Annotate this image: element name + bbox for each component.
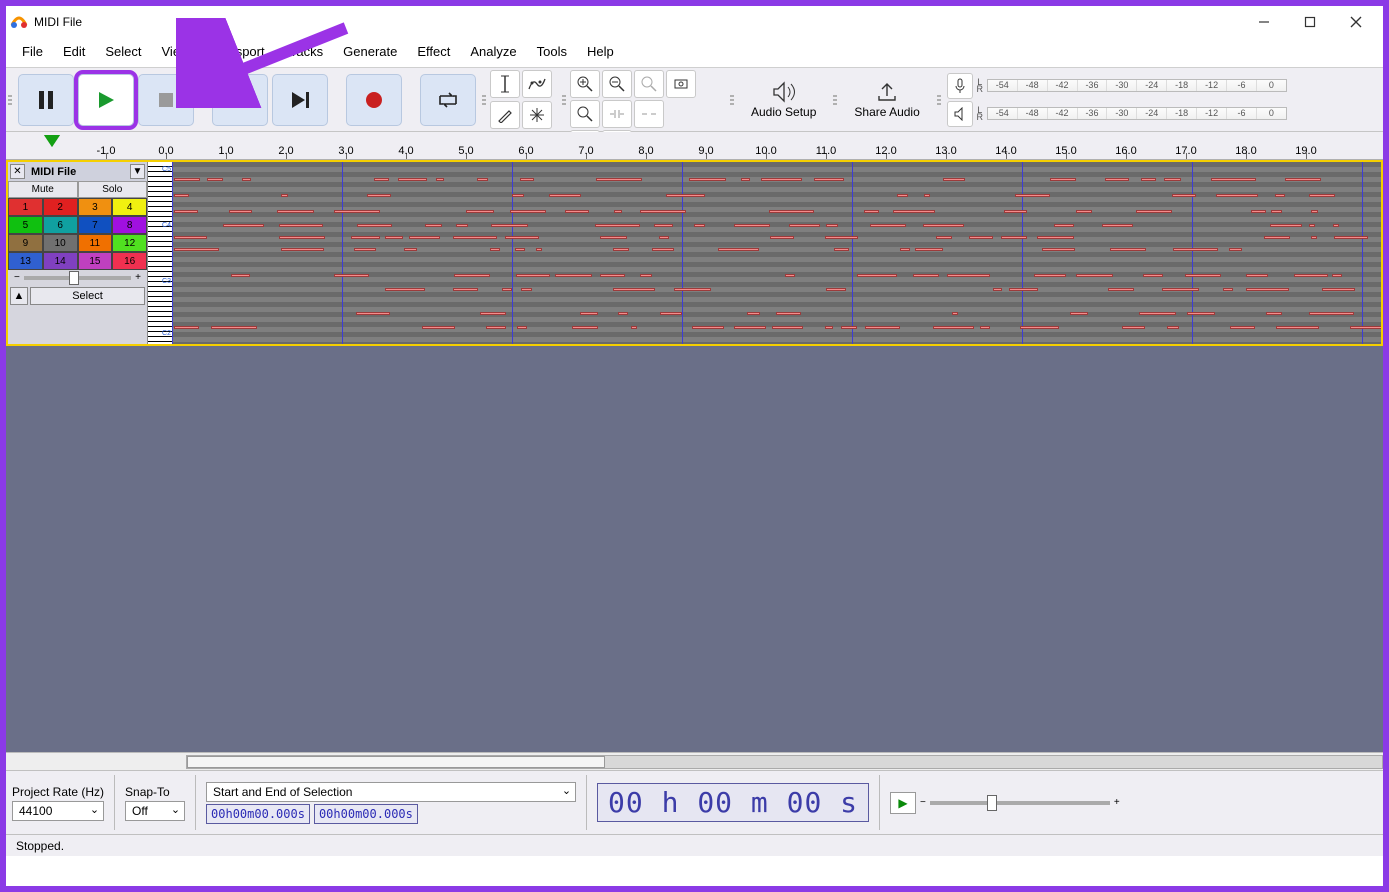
- selection-tool-icon[interactable]: [490, 70, 520, 98]
- menu-help[interactable]: Help: [577, 40, 624, 63]
- speaker-icon[interactable]: [947, 101, 973, 127]
- channel-13[interactable]: 13: [8, 252, 43, 270]
- channel-6[interactable]: 6: [43, 216, 78, 234]
- channel-5[interactable]: 5: [8, 216, 43, 234]
- channel-2[interactable]: 2: [43, 198, 78, 216]
- project-rate-combo[interactable]: 44100: [12, 801, 104, 821]
- gain-slider[interactable]: −+: [8, 270, 147, 285]
- skip-start-button[interactable]: [212, 74, 268, 126]
- piano-roll: C5 C4 C3 C2: [148, 162, 172, 344]
- playback-speed-slider[interactable]: [930, 801, 1110, 805]
- menu-tracks[interactable]: Tracks: [275, 40, 334, 63]
- zoom-out-icon[interactable]: [602, 70, 632, 98]
- toolbar-grip[interactable]: [728, 68, 736, 131]
- mic-icon[interactable]: [947, 73, 973, 99]
- menu-view[interactable]: View: [152, 40, 200, 63]
- menu-generate[interactable]: Generate: [333, 40, 407, 63]
- toolbar-grip[interactable]: [831, 68, 839, 131]
- multi-tool-icon[interactable]: [522, 101, 552, 129]
- track-control: ✕ MIDI File ▼ Mute Solo 1234567891011121…: [8, 162, 148, 344]
- trim-icon[interactable]: [602, 100, 632, 128]
- menu-effect[interactable]: Effect: [407, 40, 460, 63]
- menubar: FileEditSelectViewTransportTracksGenerat…: [6, 38, 1383, 68]
- selection-start-time[interactable]: 00h00m00.000s: [206, 804, 310, 824]
- channel-3[interactable]: 3: [78, 198, 113, 216]
- menu-transport[interactable]: Transport: [199, 40, 274, 63]
- status-text: Stopped.: [16, 839, 64, 853]
- channel-12[interactable]: 12: [112, 234, 147, 252]
- menu-file[interactable]: File: [12, 40, 53, 63]
- channel-7[interactable]: 7: [78, 216, 113, 234]
- menu-analyze[interactable]: Analyze: [460, 40, 526, 63]
- record-meter[interactable]: -54-48-42-36-30-24-18-12-60: [987, 79, 1287, 92]
- channel-1[interactable]: 1: [8, 198, 43, 216]
- toolbar-grip[interactable]: [6, 68, 14, 131]
- minimize-button[interactable]: [1241, 7, 1287, 37]
- project-rate-label: Project Rate (Hz): [12, 785, 104, 799]
- channel-15[interactable]: 15: [78, 252, 113, 270]
- draw-tool-icon[interactable]: [490, 101, 520, 129]
- maximize-button[interactable]: [1287, 7, 1333, 37]
- app-icon: [10, 13, 28, 31]
- playback-meter[interactable]: -54-48-42-36-30-24-18-12-60: [987, 107, 1287, 120]
- toolbar-grip[interactable]: [480, 68, 488, 131]
- record-button[interactable]: [346, 74, 402, 126]
- close-button[interactable]: [1333, 7, 1379, 37]
- menu-tools[interactable]: Tools: [527, 40, 577, 63]
- lr-label: LR: [975, 79, 985, 93]
- zoom-toggle-icon[interactable]: [570, 100, 600, 128]
- position-time[interactable]: 00 h 00 m 00 s: [597, 783, 869, 822]
- silence-icon[interactable]: [634, 100, 664, 128]
- track-name: MIDI File: [29, 166, 126, 178]
- selection-end-time[interactable]: 00h00m00.000s: [314, 804, 418, 824]
- toolbar-grip[interactable]: [560, 68, 568, 131]
- channel-4[interactable]: 4: [112, 198, 147, 216]
- share-audio-button[interactable]: Share Audio: [839, 68, 934, 131]
- window-title: MIDI File: [34, 15, 82, 29]
- select-track-button[interactable]: Select: [30, 287, 145, 305]
- time-ruler[interactable]: -1.00.01.02.03.04.05.06.07.08.09.010.011…: [6, 132, 1383, 160]
- audio-setup-button[interactable]: Audio Setup: [736, 68, 831, 131]
- snapto-combo[interactable]: Off: [125, 801, 185, 821]
- playhead-icon[interactable]: [44, 135, 60, 147]
- solo-button[interactable]: Solo: [78, 181, 148, 198]
- zoom-in-icon[interactable]: [570, 70, 600, 98]
- channel-grid: 12345678910111213141516: [8, 198, 147, 270]
- channel-11[interactable]: 11: [78, 234, 113, 252]
- note-area[interactable]: MIDI File: [172, 162, 1381, 344]
- channel-9[interactable]: 9: [8, 234, 43, 252]
- track-menu-button[interactable]: ▼: [130, 164, 145, 179]
- channel-8[interactable]: 8: [112, 216, 147, 234]
- pause-button[interactable]: [18, 74, 74, 126]
- mute-button[interactable]: Mute: [8, 181, 78, 198]
- workspace: ✕ MIDI File ▼ Mute Solo 1234567891011121…: [6, 160, 1383, 752]
- stop-button[interactable]: [138, 74, 194, 126]
- channel-10[interactable]: 10: [43, 234, 78, 252]
- menu-edit[interactable]: Edit: [53, 40, 95, 63]
- track-close-button[interactable]: ✕: [10, 164, 25, 179]
- fit-selection-icon[interactable]: [634, 70, 664, 98]
- snapto-label: Snap-To: [125, 785, 185, 799]
- h-scrollbar[interactable]: [6, 752, 1383, 770]
- selection-mode-combo[interactable]: Start and End of Selection: [206, 782, 576, 802]
- menu-select[interactable]: Select: [95, 40, 151, 63]
- toolbar-grip[interactable]: [935, 68, 943, 131]
- envelope-tool-icon[interactable]: [522, 70, 552, 98]
- channel-16[interactable]: 16: [112, 252, 147, 270]
- loop-button[interactable]: [420, 74, 476, 126]
- lr-label: LR: [975, 107, 985, 121]
- skip-end-button[interactable]: [272, 74, 328, 126]
- fit-project-icon[interactable]: [666, 70, 696, 98]
- channel-14[interactable]: 14: [43, 252, 78, 270]
- play-at-speed-button[interactable]: ▶: [890, 792, 916, 814]
- collapse-button[interactable]: ▲: [10, 287, 28, 305]
- play-button[interactable]: [78, 74, 134, 126]
